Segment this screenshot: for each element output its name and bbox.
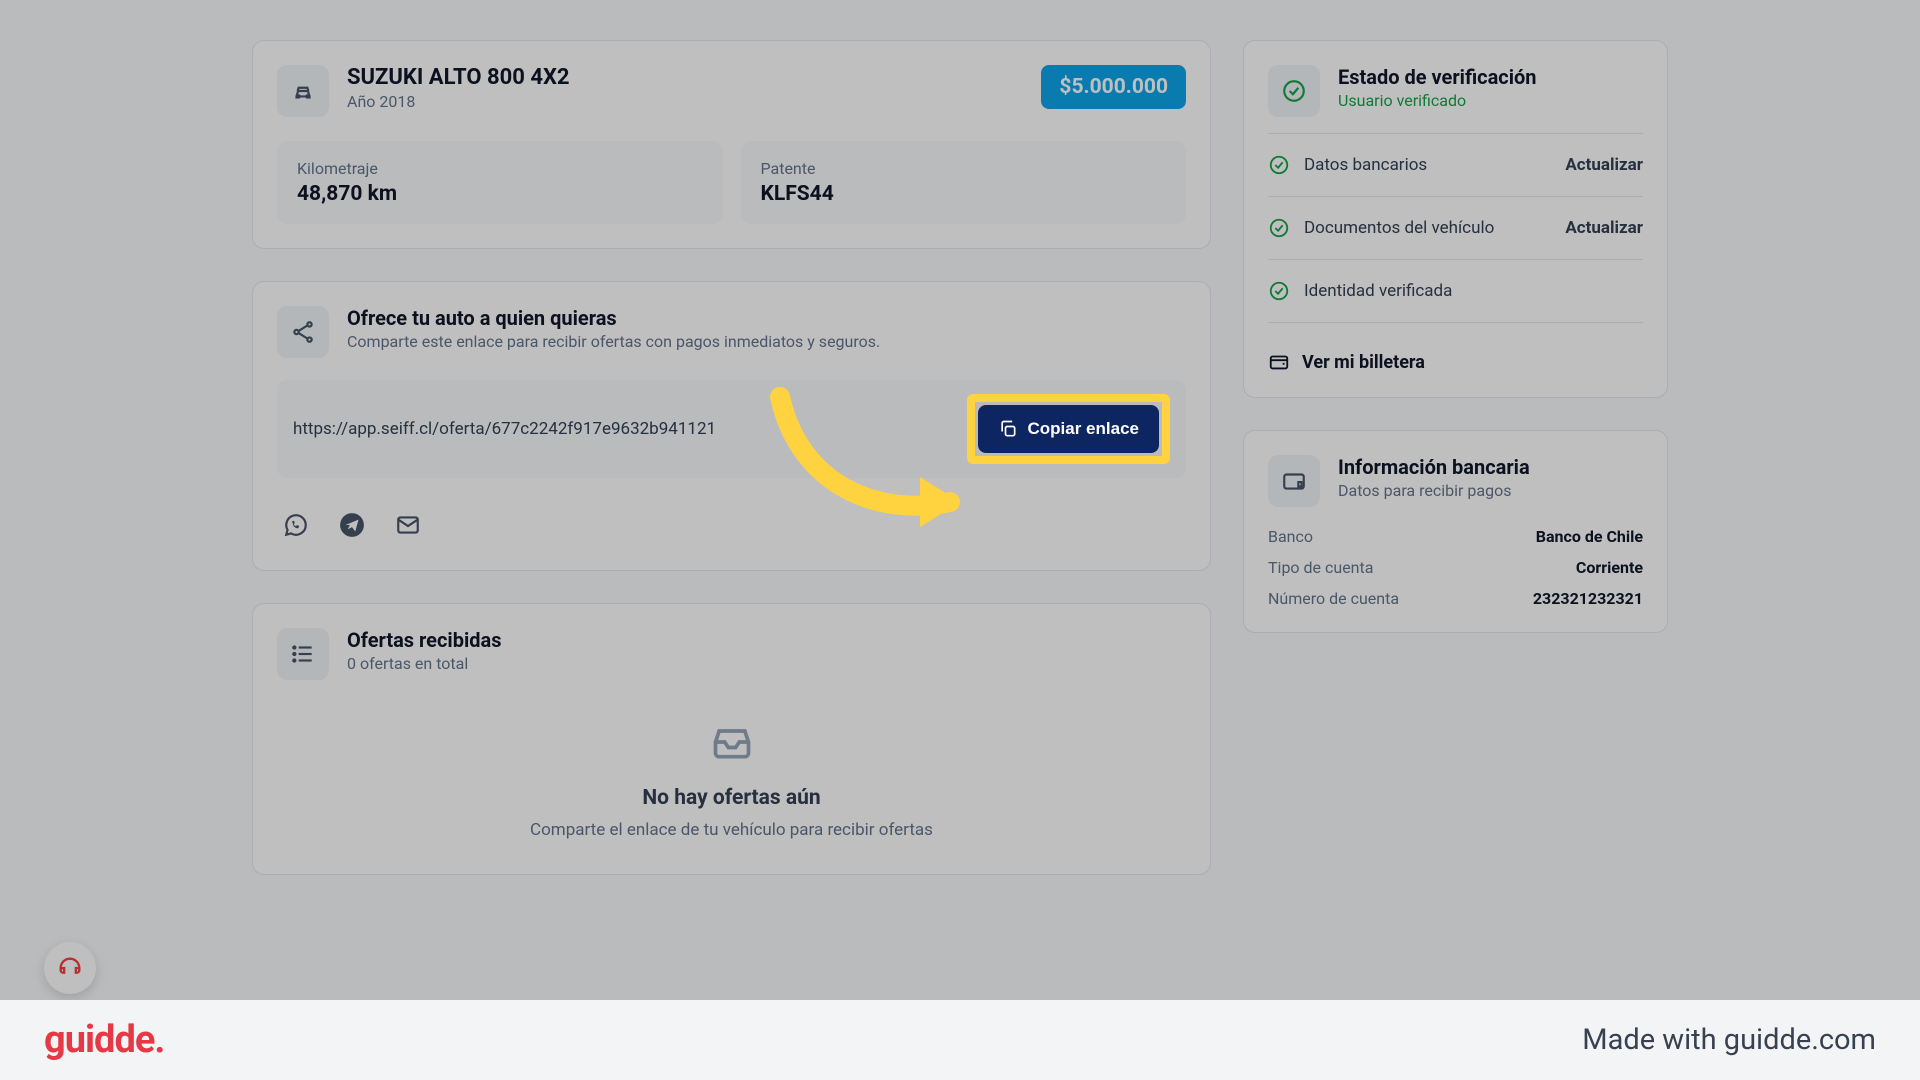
offers-empty-state: No hay ofertas aún Comparte el enlace de…	[277, 680, 1186, 850]
verification-item-label: Datos bancarios	[1304, 155, 1551, 175]
copy-link-label: Copiar enlace	[1028, 419, 1140, 439]
bank-row-key: Número de cuenta	[1268, 589, 1399, 608]
brand-logo: guidde.	[44, 1018, 164, 1062]
vehicle-title: SUZUKI ALTO 800 4X2	[347, 65, 1023, 90]
telegram-icon[interactable]	[339, 512, 365, 538]
headset-icon	[56, 954, 84, 982]
verification-update-button[interactable]: Actualizar	[1565, 155, 1643, 175]
verification-list: Datos bancarios Actualizar Documentos de…	[1268, 133, 1643, 373]
verification-item-label: Identidad verificada	[1304, 281, 1643, 301]
vehicle-year: Año 2018	[347, 92, 1023, 111]
bank-card: Información bancaria Datos para recibir …	[1243, 430, 1668, 633]
copy-icon	[998, 419, 1018, 439]
verification-item-label: Documentos del vehículo	[1304, 218, 1551, 238]
offers-title: Ofertas recibidas	[347, 628, 501, 652]
verification-update-button[interactable]: Actualizar	[1565, 218, 1643, 238]
bank-subtitle: Datos para recibir pagos	[1338, 481, 1530, 500]
wallet-link-label: Ver mi billetera	[1302, 352, 1425, 373]
check-icon	[1268, 280, 1290, 302]
highlight-annotation: Copiar enlace	[967, 394, 1171, 464]
bank-row-key: Banco	[1268, 527, 1313, 546]
share-url[interactable]: https://app.seiff.cl/oferta/677c2242f917…	[293, 419, 955, 439]
verification-card: Estado de verificación Usuario verificad…	[1243, 40, 1668, 398]
offers-card: Ofertas recibidas 0 ofertas en total No …	[252, 603, 1211, 875]
bank-row-value: 232321232321	[1533, 589, 1643, 608]
stat-km-value: 48,870 km	[297, 182, 703, 206]
share-card: Ofrece tu auto a quien quieras Comparte …	[252, 281, 1211, 571]
check-circle-icon	[1268, 65, 1320, 117]
list-icon	[277, 628, 329, 680]
check-icon	[1268, 154, 1290, 176]
bank-row: Número de cuenta 232321232321	[1268, 589, 1643, 608]
verification-item: Identidad verificada	[1268, 259, 1643, 322]
stat-plate-value: KLFS44	[761, 182, 1167, 206]
footer-credit: Made with guidde.com	[1582, 1023, 1876, 1057]
bank-row: Banco Banco de Chile	[1268, 527, 1643, 546]
offers-empty-sub: Comparte el enlace de tu vehículo para r…	[277, 820, 1186, 840]
verification-title: Estado de verificación	[1338, 65, 1537, 89]
wallet-icon	[1268, 351, 1290, 373]
offers-subtitle: 0 ofertas en total	[347, 654, 501, 673]
bank-title: Información bancaria	[1338, 455, 1530, 479]
bank-row-value: Banco de Chile	[1536, 527, 1643, 546]
car-icon	[277, 65, 329, 117]
verification-item: Datos bancarios Actualizar	[1268, 133, 1643, 196]
bank-row: Tipo de cuenta Corriente	[1268, 558, 1643, 577]
offers-empty-title: No hay ofertas aún	[277, 786, 1186, 810]
share-subtitle: Comparte este enlace para recibir oferta…	[347, 332, 880, 351]
whatsapp-icon[interactable]	[283, 512, 309, 538]
bank-row-value: Corriente	[1576, 558, 1643, 577]
wallet-link[interactable]: Ver mi billetera	[1268, 343, 1425, 373]
share-link-box: https://app.seiff.cl/oferta/677c2242f917…	[277, 380, 1186, 478]
share-title: Ofrece tu auto a quien quieras	[347, 306, 880, 330]
inbox-icon	[710, 720, 754, 764]
email-icon[interactable]	[395, 512, 421, 538]
vehicle-card: SUZUKI ALTO 800 4X2 Año 2018 $5.000.000 …	[252, 40, 1211, 249]
verification-subtitle: Usuario verificado	[1338, 91, 1537, 110]
footer: guidde. Made with guidde.com	[0, 1000, 1920, 1080]
fab-button[interactable]	[44, 942, 96, 994]
stat-km: Kilometraje 48,870 km	[277, 141, 723, 224]
share-icon	[277, 306, 329, 358]
stat-plate-label: Patente	[761, 159, 1167, 178]
check-icon	[1268, 217, 1290, 239]
copy-link-button[interactable]: Copiar enlace	[978, 405, 1160, 453]
wallet-icon	[1268, 455, 1320, 507]
stat-plate: Patente KLFS44	[741, 141, 1187, 224]
stat-km-label: Kilometraje	[297, 159, 703, 178]
price-badge: $5.000.000	[1041, 65, 1186, 109]
verification-item: Documentos del vehículo Actualizar	[1268, 196, 1643, 259]
bank-row-key: Tipo de cuenta	[1268, 558, 1373, 577]
